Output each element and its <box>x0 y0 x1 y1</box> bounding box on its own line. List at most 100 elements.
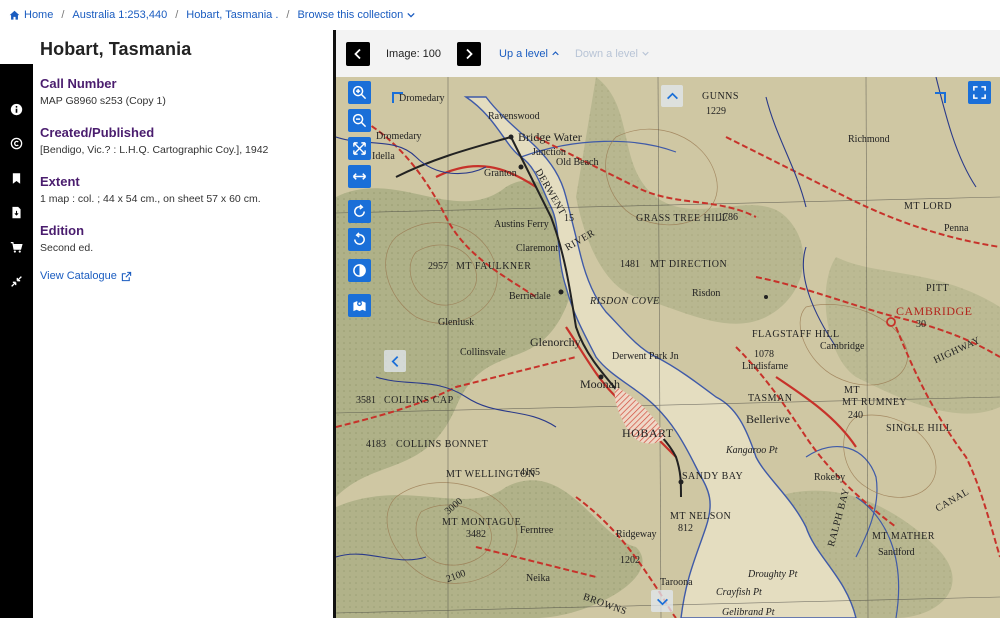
browse-collection-label: Browse this collection <box>297 9 404 21</box>
map-label: Ridgeway <box>616 529 657 540</box>
pan-up-button[interactable] <box>661 85 683 107</box>
breadcrumb: Home / Australia 1:253,440 / Hobart, Tas… <box>0 0 1000 30</box>
map-label: COLLINS CAP <box>384 395 454 406</box>
rotate-counterclockwise-icon <box>354 232 365 245</box>
map-label: Berriedale <box>509 291 551 302</box>
breadcrumb-item[interactable]: Hobart, Tasmania . <box>186 9 278 21</box>
external-link-icon <box>121 271 132 281</box>
map-label: MT DIRECTION <box>650 259 728 270</box>
chevron-down-icon <box>656 598 668 605</box>
map-label: Gelibrand Pt <box>722 607 775 618</box>
rotate-clockwise-icon <box>354 204 365 217</box>
created-published-label: Created/Published <box>40 125 155 140</box>
map-label: Lindisfarne <box>742 361 789 372</box>
fullscreen-icon <box>973 86 986 99</box>
breadcrumb-collection[interactable]: Australia 1:253,440 <box>72 9 167 21</box>
viewer-toolbar: Image: 100 Up a level Down a level <box>336 30 1000 77</box>
map-label: Claremont <box>516 243 559 254</box>
zoom-in-button[interactable] <box>348 81 371 104</box>
map-label: Glenorchy <box>530 335 581 349</box>
map-label: Sandford <box>878 547 915 558</box>
map-label: 240 <box>848 410 863 421</box>
map-label: 3581 <box>356 395 376 406</box>
pan-left-button[interactable] <box>384 350 406 372</box>
breadcrumb-home[interactable]: Home <box>9 9 53 21</box>
home-icon <box>9 10 20 20</box>
map-label: Dromedary <box>376 131 422 142</box>
map-label: Austins Ferry <box>494 219 549 230</box>
map-label: SINGLE HILL <box>886 423 953 434</box>
rail-tab-download[interactable] <box>0 195 33 229</box>
contrast-toggle-button[interactable] <box>348 259 371 282</box>
map-label: Bridge Water <box>518 130 582 144</box>
chevron-down-icon <box>642 51 649 56</box>
rail-tab-bookmark[interactable] <box>0 161 33 195</box>
previous-image-button[interactable] <box>346 41 370 66</box>
map-label: 2957 <box>428 261 448 272</box>
map-label: Granton <box>484 168 517 179</box>
map-label: RISDON COVE <box>590 296 660 307</box>
cart-icon <box>10 241 23 253</box>
map-label: Glenlusk <box>438 317 475 328</box>
file-download-icon <box>12 206 21 218</box>
rail-tab-info[interactable] <box>0 92 33 126</box>
rail-tab-collapse[interactable] <box>0 264 33 298</box>
map-label: MT NELSON <box>670 511 732 522</box>
next-image-button[interactable] <box>457 41 482 66</box>
map-label: 812 <box>678 523 693 534</box>
zoom-out-button[interactable] <box>348 109 371 132</box>
record-title: Hobart, Tasmania <box>40 39 192 59</box>
map-label: FLAGSTAFF HILL <box>752 329 840 340</box>
created-published-value: [Bendigo, Vic.? : L.H.Q. Cartographic Co… <box>40 144 269 156</box>
map-label: MT FAULKNER <box>456 261 532 272</box>
extent-value: 1 map : col. ; 44 x 54 cm., on sheet 57 … <box>40 193 261 205</box>
call-number-value: MAP G8960 s253 (Copy 1) <box>40 95 166 107</box>
corner-top-right-icon <box>935 92 946 103</box>
view-catalogue-link[interactable]: View Catalogue <box>40 270 132 282</box>
map-location-button[interactable] <box>348 294 371 317</box>
map-label: 3482 <box>466 529 486 540</box>
fullscreen-button[interactable] <box>968 81 991 104</box>
map-label: HOBART <box>622 426 674 440</box>
pan-down-button[interactable] <box>651 590 673 612</box>
chevron-right-icon <box>466 48 473 59</box>
rotate-left-button[interactable] <box>348 228 371 251</box>
map-label: CAMBRIDGE <box>896 304 973 318</box>
chevron-left-icon <box>391 355 398 367</box>
map-label: Risdon <box>692 288 721 299</box>
fit-to-screen-button[interactable] <box>348 137 371 160</box>
map-label: GUNNS <box>702 91 739 102</box>
map-label: 1229 <box>706 106 726 117</box>
rail-tab-rights[interactable] <box>0 126 33 160</box>
map-label: Dromedary <box>399 93 445 104</box>
edition-value: Second ed. <box>40 242 94 254</box>
breadcrumb-separator: / <box>286 9 290 21</box>
map-label: Bellerive <box>746 412 790 426</box>
image-number: Image: 100 <box>386 47 442 60</box>
rotate-right-button[interactable] <box>348 200 371 223</box>
up-a-level-button[interactable]: Up a level <box>499 48 559 60</box>
map-label: PITT <box>926 283 950 294</box>
map-label: Collinsvale <box>460 347 506 358</box>
horizontal-arrows-icon <box>352 173 367 180</box>
rail-tab-order[interactable] <box>0 230 33 264</box>
breadcrumb-home-label: Home <box>24 9 54 21</box>
map-label: 15 <box>564 213 574 224</box>
map-image[interactable]: Dromedary Dromedary Idella Ravenswood Br… <box>336 77 1000 618</box>
map-label: Rokeby <box>814 472 846 483</box>
map-label: Neika <box>526 573 550 584</box>
map-marker-icon <box>353 301 366 312</box>
copyright-icon <box>10 137 23 149</box>
fit-width-button[interactable] <box>348 165 371 188</box>
chevron-left-icon <box>354 48 361 59</box>
browse-collection-dropdown[interactable]: Browse this collection <box>297 9 415 21</box>
info-icon <box>10 103 23 115</box>
map-label: Droughty Pt <box>748 569 798 580</box>
map-label: Old Beach <box>556 157 599 168</box>
rail-tab-blank[interactable] <box>0 30 33 64</box>
bookmark-icon <box>12 172 21 184</box>
down-a-level-button[interactable]: Down a level <box>575 48 649 60</box>
call-number-label: Call Number <box>40 76 117 91</box>
map-label: 1202 <box>620 555 640 566</box>
sidebar-rail <box>0 30 33 618</box>
